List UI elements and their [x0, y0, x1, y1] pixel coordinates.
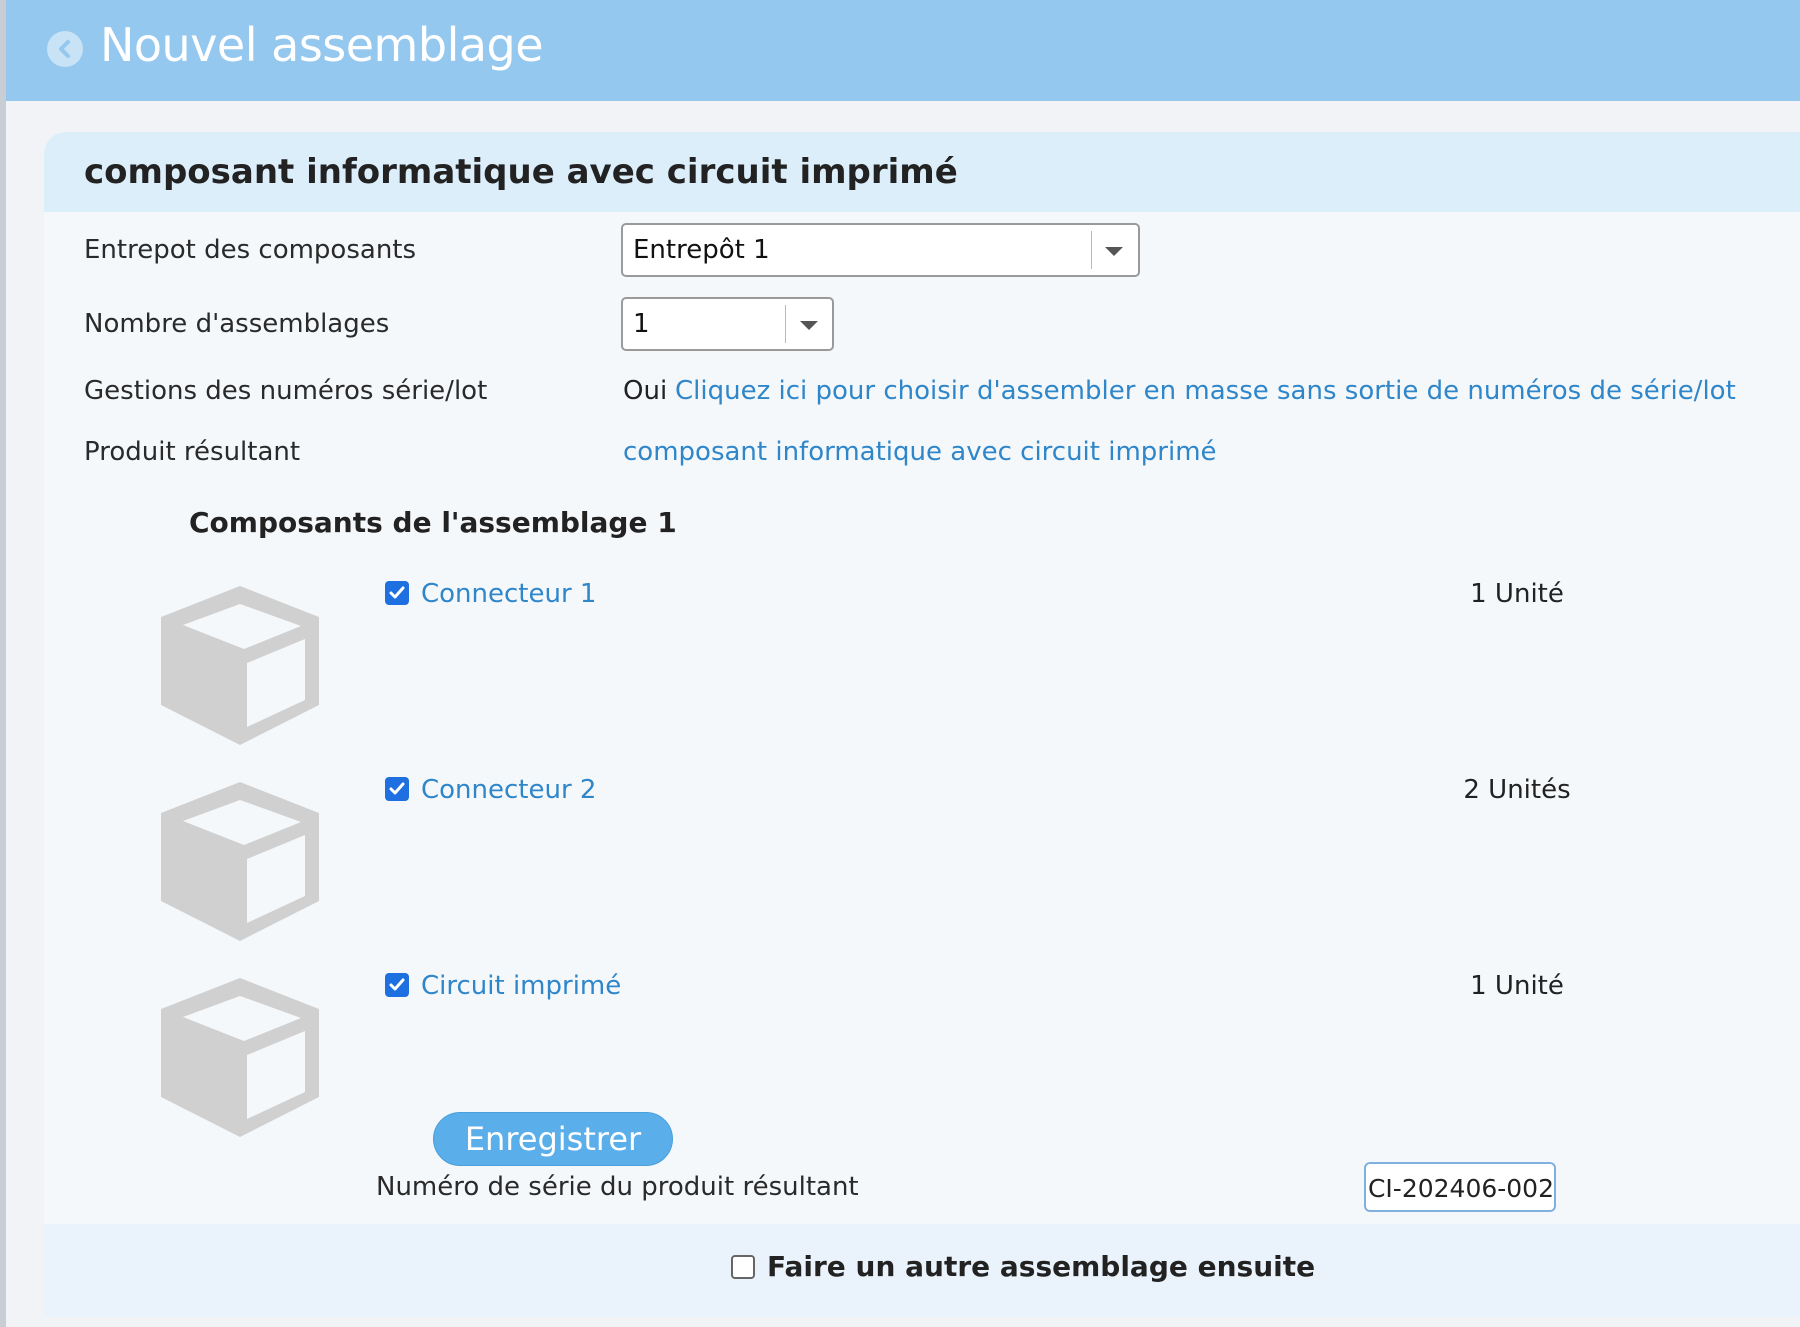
warehouse-label: Entrepot des composants [84, 235, 417, 265]
chevron-down-icon [800, 321, 818, 330]
serial-number-value: CI-202406-002 [1367, 1174, 1554, 1203]
component-link[interactable]: Connecteur 2 [421, 775, 596, 805]
count-label: Nombre d'assemblages [84, 309, 390, 339]
card-title: composant informatique avec circuit impr… [84, 152, 958, 192]
serial-mgmt-label: Gestions des numéros série/lot [84, 376, 488, 406]
box-icon [161, 782, 319, 941]
component-link[interactable]: Circuit imprimé [421, 971, 621, 1001]
another-assembly-label: Faire un autre assemblage ensuite [767, 1250, 1316, 1283]
result-label: Produit résultant [84, 437, 301, 467]
warehouse-select-value: Entrepôt 1 [633, 235, 770, 265]
component-link[interactable]: Connecteur 1 [421, 579, 596, 609]
page-title: Nouvel assemblage [100, 18, 544, 72]
save-button[interactable]: Enregistrer [433, 1112, 673, 1166]
card-header: composant informatique avec circuit impr… [44, 132, 1800, 212]
back-arrow-icon[interactable] [47, 31, 83, 67]
component-checkbox[interactable] [385, 973, 409, 997]
count-select-value: 1 [633, 309, 650, 339]
serial-number-input[interactable]: CI-202406-002 [1364, 1162, 1556, 1212]
result-product-link[interactable]: composant informatique avec circuit impr… [623, 437, 1217, 467]
component-qty: 1 Unité [1470, 579, 1564, 609]
component-checkbox[interactable] [385, 581, 409, 605]
box-icon [161, 586, 319, 745]
bulk-assemble-link[interactable]: Cliquez ici pour choisir d'assembler en … [675, 376, 1736, 406]
count-select[interactable]: 1 [621, 297, 834, 351]
select-divider [1091, 231, 1092, 269]
component-qty: 2 Unités [1463, 775, 1571, 805]
assembly-card: composant informatique avec circuit impr… [44, 132, 1800, 1317]
warehouse-select[interactable]: Entrepôt 1 [621, 223, 1140, 277]
components-title: Composants de l'assemblage 1 [189, 506, 677, 539]
component-qty: 1 Unité [1470, 971, 1564, 1001]
another-assembly-checkbox[interactable] [731, 1255, 755, 1279]
component-checkbox[interactable] [385, 777, 409, 801]
select-divider [785, 305, 786, 343]
serial-mgmt-value: Oui [623, 376, 668, 406]
chevron-down-icon [1105, 247, 1123, 256]
box-icon [161, 978, 319, 1137]
serial-number-label: Numéro de série du produit résultant [376, 1172, 859, 1202]
window-edge [0, 0, 6, 1327]
page-header: Nouvel assemblage [6, 0, 1800, 101]
